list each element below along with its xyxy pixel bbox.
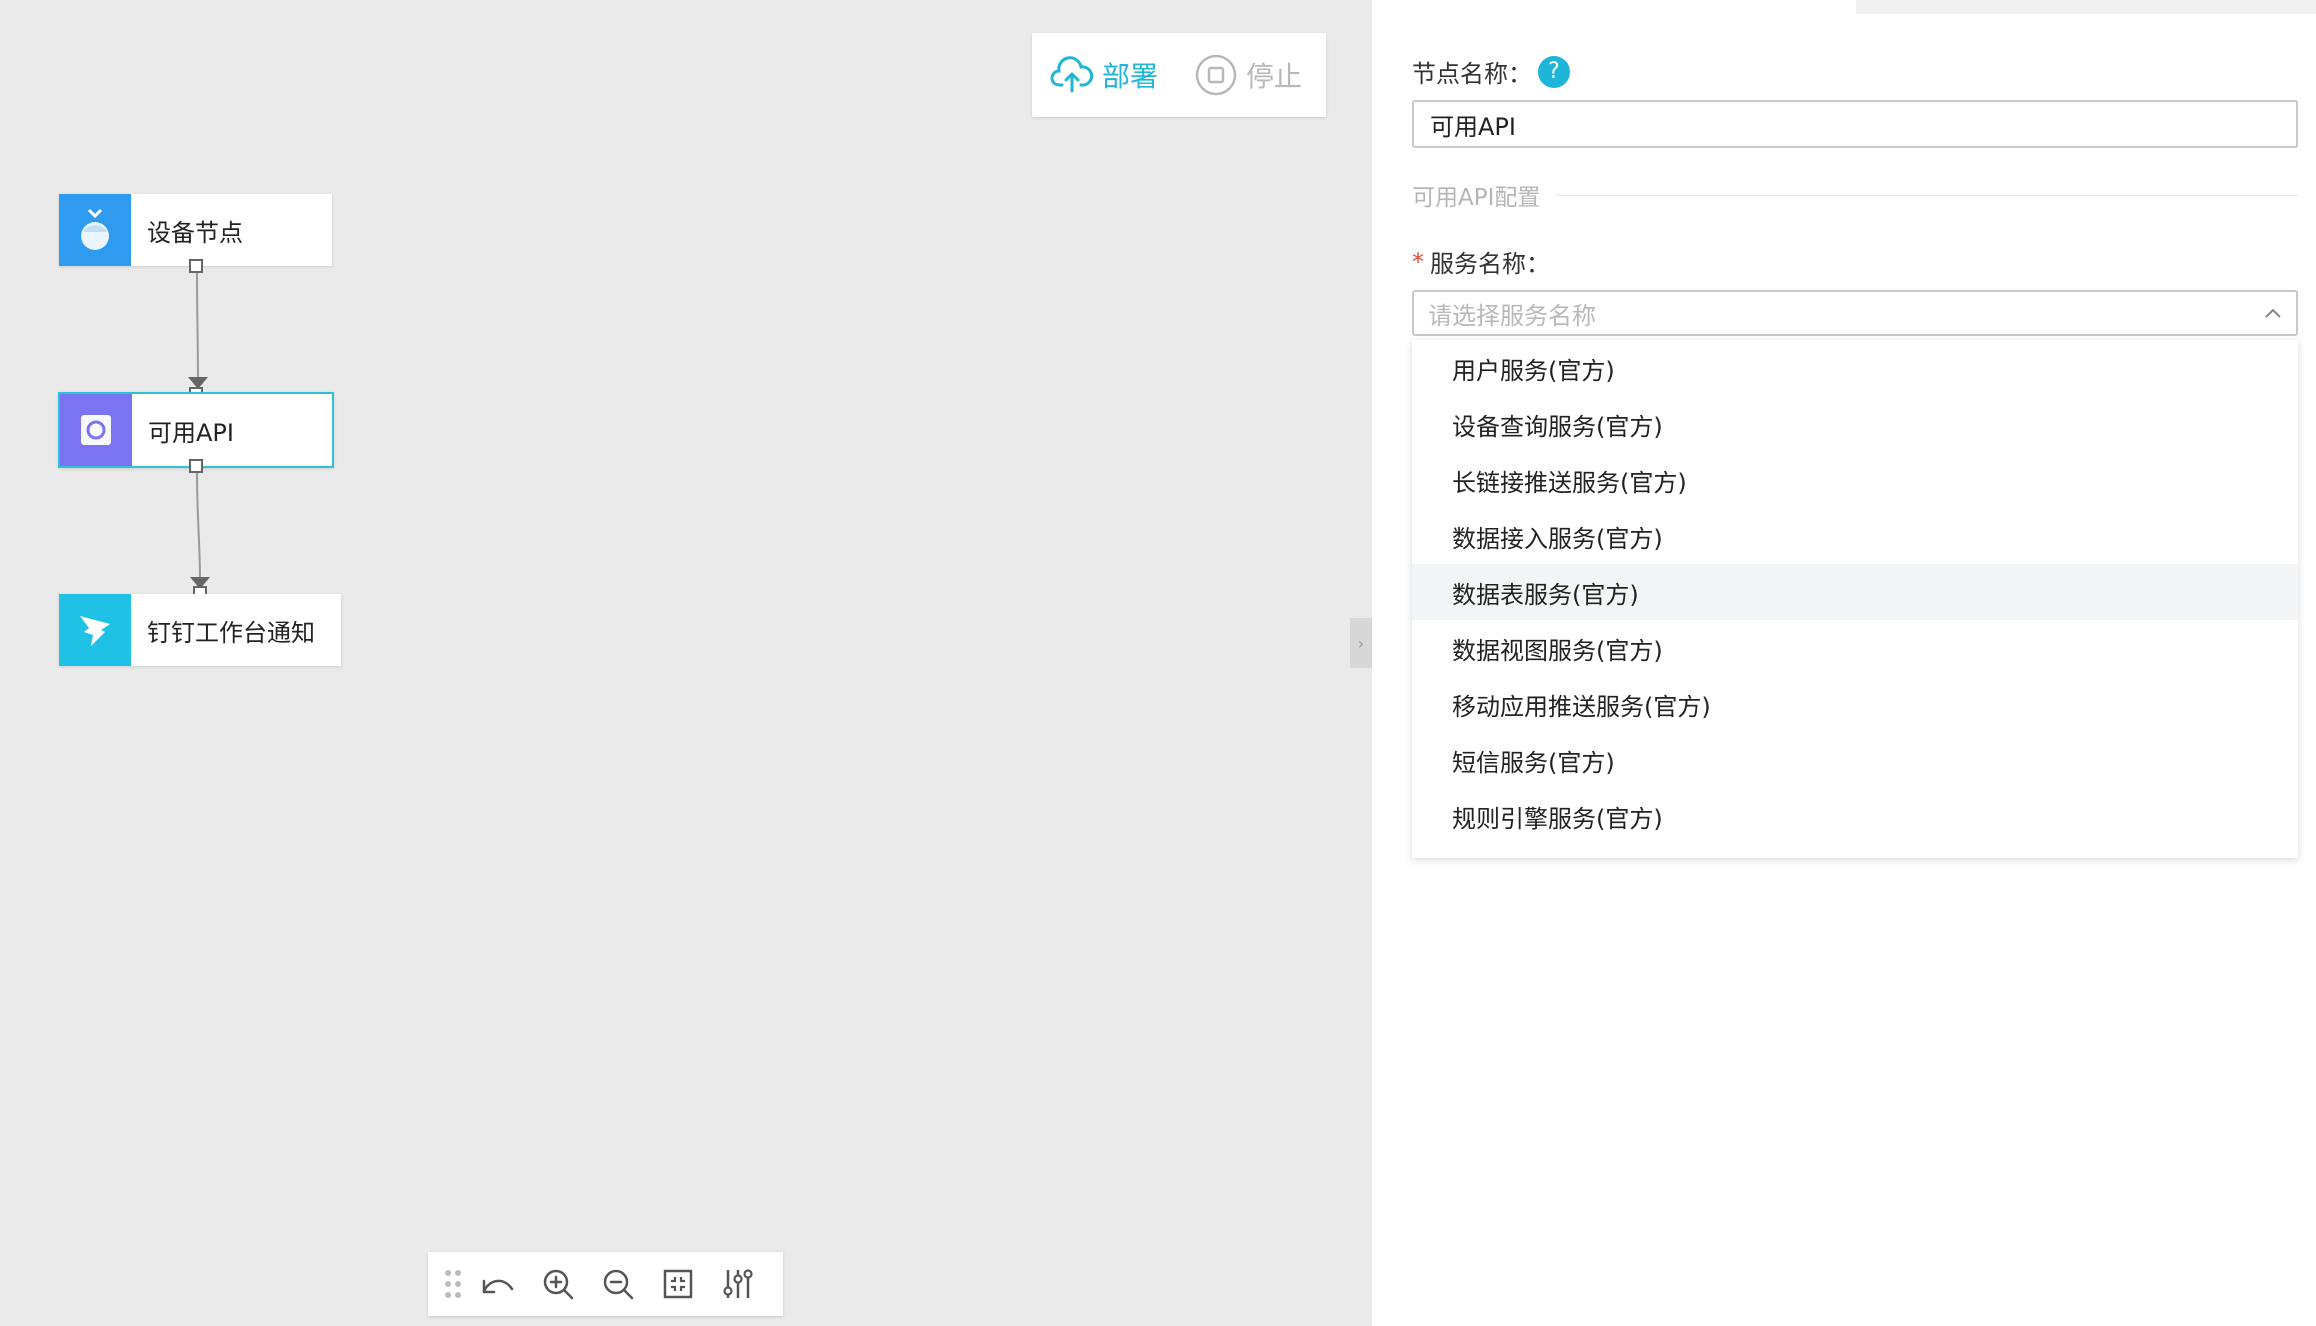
service-label: 服务名称：	[1430, 250, 1550, 278]
undo-icon[interactable]	[468, 1252, 528, 1316]
dropdown-option[interactable]: 短信服务(官方)	[1412, 732, 2298, 788]
node-name-label: 节点名称：	[1412, 60, 1532, 88]
chevron-up-icon	[2264, 307, 2282, 319]
service-select[interactable]: 请选择服务名称	[1412, 290, 2298, 336]
flow-node-device[interactable]: 设备节点	[59, 194, 332, 266]
api-icon	[60, 394, 132, 466]
node-config-panel: 节点名称： ? 可用API 可用API配置 * 服务名称： 请选择服务名称 用户…	[1372, 0, 2316, 1326]
zoom-out-icon[interactable]	[588, 1252, 648, 1316]
edge-device-to-api	[196, 270, 199, 383]
canvas-toolbar	[428, 1252, 783, 1316]
node-label: 设备节点	[147, 218, 243, 247]
dropdown-option[interactable]: 用户服务(官方)	[1412, 340, 2298, 396]
service-placeholder: 请选择服务名称	[1428, 301, 1596, 330]
fit-view-icon[interactable]	[648, 1252, 708, 1316]
dropdown-option[interactable]: 数据视图服务(官方)	[1412, 620, 2298, 676]
section-divider: 可用API配置	[1412, 178, 2298, 212]
node-name-input[interactable]: 可用API	[1412, 100, 2298, 148]
chevron-right-icon: ›	[1357, 633, 1365, 653]
dingtalk-icon	[59, 594, 131, 666]
dropdown-option[interactable]: 设备查询服务(官方)	[1412, 396, 2298, 452]
dropdown-option[interactable]: 长链接推送服务(官方)	[1412, 452, 2298, 508]
flow-node-dingtalk[interactable]: 钉钉工作台通知	[59, 594, 341, 666]
panel-collapse-handle[interactable]: ›	[1350, 618, 1372, 668]
section-title: 可用API配置	[1412, 185, 1541, 211]
node-label: 钉钉工作台通知	[147, 618, 315, 647]
node-name-value: 可用API	[1430, 112, 1516, 141]
service-dropdown: 用户服务(官方) 设备查询服务(官方) 长链接推送服务(官方) 数据接入服务(官…	[1412, 340, 2298, 858]
divider-line	[1556, 194, 2298, 196]
help-icon[interactable]: ?	[1538, 55, 1570, 88]
output-port[interactable]	[189, 459, 203, 473]
dropdown-option[interactable]: 数据接入服务(官方)	[1412, 508, 2298, 564]
device-icon	[59, 194, 131, 266]
flow-canvas[interactable]: 部署 停止 设备节点 可用API 钉钉工作台通知 ›	[0, 0, 1372, 1326]
dropdown-option[interactable]: 移动应用推送服务(官方)	[1412, 676, 2298, 732]
required-mark: *	[1412, 247, 1424, 276]
dropdown-option[interactable]: 规则引擎服务(官方)	[1412, 788, 2298, 844]
flow-node-api[interactable]: 可用API	[58, 392, 334, 468]
zoom-in-icon[interactable]	[528, 1252, 588, 1316]
settings-sliders-icon[interactable]	[708, 1252, 768, 1316]
service-field-label: * 服务名称：	[1412, 244, 1550, 279]
panel-top-strip	[1856, 0, 2316, 14]
node-label: 可用API	[148, 418, 234, 447]
edge-api-to-dingtalk	[196, 471, 201, 583]
drag-handle-icon[interactable]	[438, 1252, 468, 1316]
dropdown-option[interactable]: 数据表服务(官方)	[1412, 564, 2298, 620]
node-name-field-label: 节点名称： ?	[1412, 54, 1570, 89]
output-port[interactable]	[189, 259, 203, 273]
